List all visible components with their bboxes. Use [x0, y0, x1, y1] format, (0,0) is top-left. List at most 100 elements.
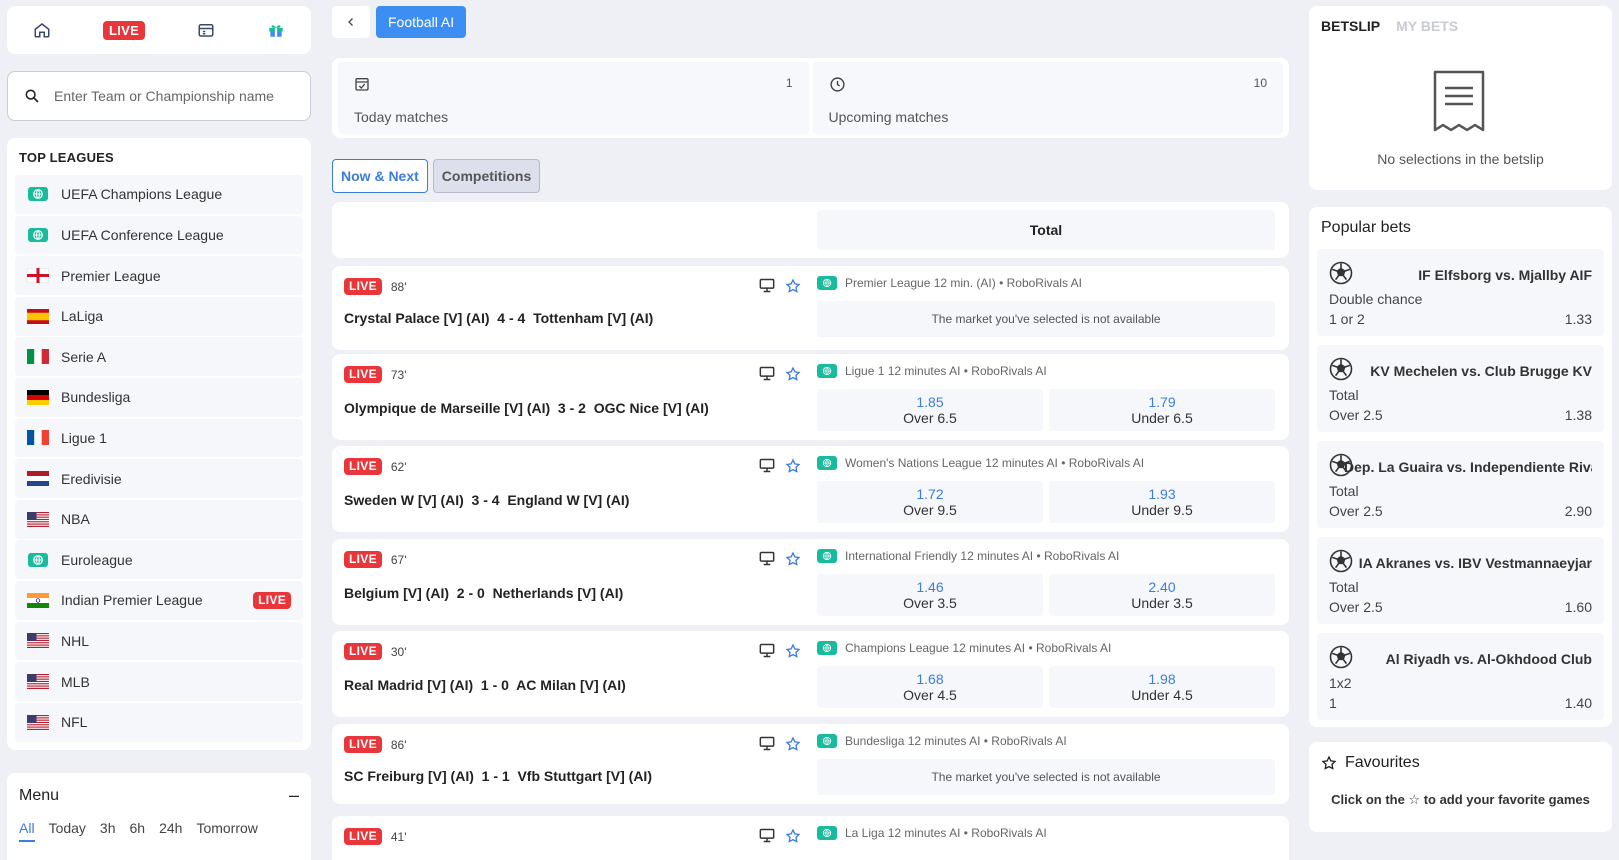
league-item[interactable]: NFL — [15, 702, 303, 742]
popular-bet-item[interactable]: IF Elfsborg vs. Mjallby AIF Double chance… — [1317, 249, 1604, 336]
odds-button[interactable]: 1.72 Over 9.5 — [817, 481, 1043, 523]
today-matches-box[interactable]: 1 Today matches — [338, 62, 809, 134]
league-item[interactable]: MLB — [15, 662, 303, 701]
league-label: NFL — [61, 714, 88, 731]
match-teams: Belgium [V] (AI) 2 - 0 Netherlands [V] (… — [344, 585, 624, 601]
odds-label: Under 4.5 — [1131, 687, 1193, 703]
league-item[interactable]: Euroleague — [15, 540, 303, 580]
search-input[interactable] — [54, 88, 294, 104]
competition-label: Premier League 12 min. (AI) • RoboRivals… — [845, 276, 1082, 290]
stream-icon[interactable] — [759, 366, 775, 382]
popular-bet-item[interactable]: IA Akranes vs. IBV Vestmannaeyjar Total Ov… — [1317, 537, 1604, 624]
gift-icon[interactable] — [267, 21, 285, 39]
favourite-star-icon[interactable] — [785, 736, 801, 752]
league-label: Ligue 1 — [61, 429, 107, 446]
league-item[interactable]: Serie A — [15, 337, 303, 377]
league-item[interactable]: Eredivisie — [15, 459, 303, 498]
odds-label: Under 6.5 — [1131, 410, 1193, 426]
league-item[interactable]: LaLiga — [15, 296, 303, 336]
odds-button[interactable]: 2.40 Under 3.5 — [1049, 574, 1275, 616]
match-minute: 86' — [390, 737, 407, 752]
competition-label: La Liga 12 minutes AI • RoboRivals AI — [845, 826, 1047, 840]
league-label: MLB — [61, 673, 90, 690]
netherlands-flag-icon — [27, 471, 49, 487]
favourite-star-icon[interactable] — [785, 551, 801, 567]
odds-button[interactable]: 1.93 Under 9.5 — [1049, 481, 1275, 523]
popular-bet-odd[interactable]: 2.90 — [1565, 503, 1592, 519]
popular-bet-odd[interactable]: 1.38 — [1565, 407, 1592, 423]
league-item[interactable]: Bundesliga — [15, 377, 303, 417]
favourite-star-icon[interactable] — [785, 366, 801, 382]
market-unavailable: The market you've selected is not availa… — [817, 759, 1275, 795]
menu-tab[interactable]: 24h — [159, 820, 182, 842]
italy-flag-icon — [27, 349, 49, 365]
back-button[interactable] — [332, 6, 370, 38]
live-nav-button[interactable]: LIVE — [102, 20, 146, 40]
favourite-star-icon[interactable] — [785, 458, 801, 474]
home-icon[interactable] — [33, 21, 51, 39]
collapse-button[interactable]: – — [289, 785, 299, 806]
popular-bets-list: IF Elfsborg vs. Mjallby AIF Double chance… — [1317, 249, 1604, 720]
stream-icon[interactable] — [759, 458, 775, 474]
odds-button[interactable]: 1.98 Under 4.5 — [1049, 666, 1275, 708]
popular-bet-item[interactable]: Dep. La Guaira vs. Independiente Rivadav… — [1317, 441, 1604, 528]
menu-tab[interactable]: All — [19, 820, 35, 842]
tab-my-bets[interactable]: MY BETS — [1396, 18, 1458, 34]
popular-bet-item[interactable]: KV Mechelen vs. Club Brugge KV Total Over … — [1317, 345, 1604, 432]
popular-bet-market: 1x2 — [1329, 675, 1352, 691]
globe-icon — [817, 549, 837, 563]
league-item[interactable]: Premier League — [15, 256, 303, 295]
menu-tab[interactable]: Today — [49, 820, 86, 842]
odds-label: Under 3.5 — [1131, 595, 1193, 611]
league-item[interactable]: UEFA Conference League — [15, 215, 303, 255]
stream-icon[interactable] — [759, 643, 775, 659]
popular-bet-odd[interactable]: 1.33 — [1565, 311, 1592, 327]
league-item[interactable]: Ligue 1 — [15, 418, 303, 458]
favourite-star-icon[interactable] — [785, 643, 801, 659]
match-row[interactable]: LIVE 73' Olympique de Marseille [V] (AI) 3… — [332, 354, 1289, 440]
match-row[interactable]: LIVE 86' SC Freiburg [V] (AI) 1 - 1 Vfb St… — [332, 724, 1289, 804]
popular-bet-selection: Over 2.5 — [1329, 503, 1383, 519]
tab-now-next[interactable]: Now & Next — [332, 159, 428, 193]
tab-betslip[interactable]: BETSLIP — [1321, 18, 1380, 34]
globe-icon — [817, 826, 837, 840]
upcoming-matches-box[interactable]: 10 Upcoming matches — [812, 62, 1283, 134]
sport-tag[interactable]: Football AI — [376, 6, 467, 38]
odds-button[interactable]: 1.85 Over 6.5 — [817, 389, 1043, 431]
odds-value: 1.85 — [916, 394, 944, 410]
odds-button[interactable]: 1.68 Over 4.5 — [817, 666, 1043, 708]
stream-icon[interactable] — [759, 828, 775, 844]
odds-label: Over 3.5 — [903, 595, 957, 611]
tab-competitions[interactable]: Competitions — [432, 159, 541, 193]
stream-icon[interactable] — [759, 278, 775, 294]
league-item[interactable]: NBA — [15, 499, 303, 539]
league-item[interactable]: NHL — [15, 621, 303, 661]
match-teams: Olympique de Marseille [V] (AI) 3 - 2 OG… — [344, 400, 709, 416]
popular-bet-selection: Over 2.5 — [1329, 599, 1383, 615]
popular-bet-item[interactable]: Al Riyadh vs. Al-Okhdood Club 1x2 1 1.40 — [1317, 633, 1604, 720]
menu-tab[interactable]: 6h — [130, 820, 146, 842]
menu-tab[interactable]: 3h — [100, 820, 116, 842]
favourite-star-icon[interactable] — [785, 828, 801, 844]
odds-value: 1.68 — [916, 671, 944, 687]
odds-button[interactable]: 1.46 Over 3.5 — [817, 574, 1043, 616]
popular-bet-odd[interactable]: 1.40 — [1565, 695, 1592, 711]
match-row[interactable]: LIVE 67' Belgium [V] (AI) 2 - 0 Netherland… — [332, 539, 1289, 625]
betslip-empty-text: No selections in the betslip — [1377, 151, 1544, 167]
league-item[interactable]: Indian Premier League LIVE — [15, 580, 303, 620]
upcoming-label: Upcoming matches — [828, 109, 949, 125]
match-row[interactable]: LIVE 62' Sweden W [V] (AI) 3 - 4 England W… — [332, 446, 1289, 532]
menu-tab[interactable]: Tomorrow — [196, 820, 257, 842]
star-icon — [1321, 755, 1337, 771]
match-row[interactable]: LIVE 30' Real Madrid [V] (AI) 1 - 0 AC Mil… — [332, 631, 1289, 717]
stream-icon[interactable] — [759, 736, 775, 752]
favourite-star-icon[interactable] — [785, 278, 801, 294]
match-row[interactable]: LIVE 88' Crystal Palace [V] (AI) 4 - 4 Tot… — [332, 266, 1289, 350]
calendar-icon[interactable] — [197, 21, 215, 39]
popular-bet-odd[interactable]: 1.60 — [1565, 599, 1592, 615]
match-row[interactable]: LIVE 41' La Liga 12 minutes AI • RoboRival… — [332, 816, 1289, 860]
league-item[interactable]: UEFA Champions League — [15, 175, 303, 214]
odds-button[interactable]: 1.79 Under 6.5 — [1049, 389, 1275, 431]
live-badge: LIVE — [344, 278, 382, 295]
stream-icon[interactable] — [759, 551, 775, 567]
